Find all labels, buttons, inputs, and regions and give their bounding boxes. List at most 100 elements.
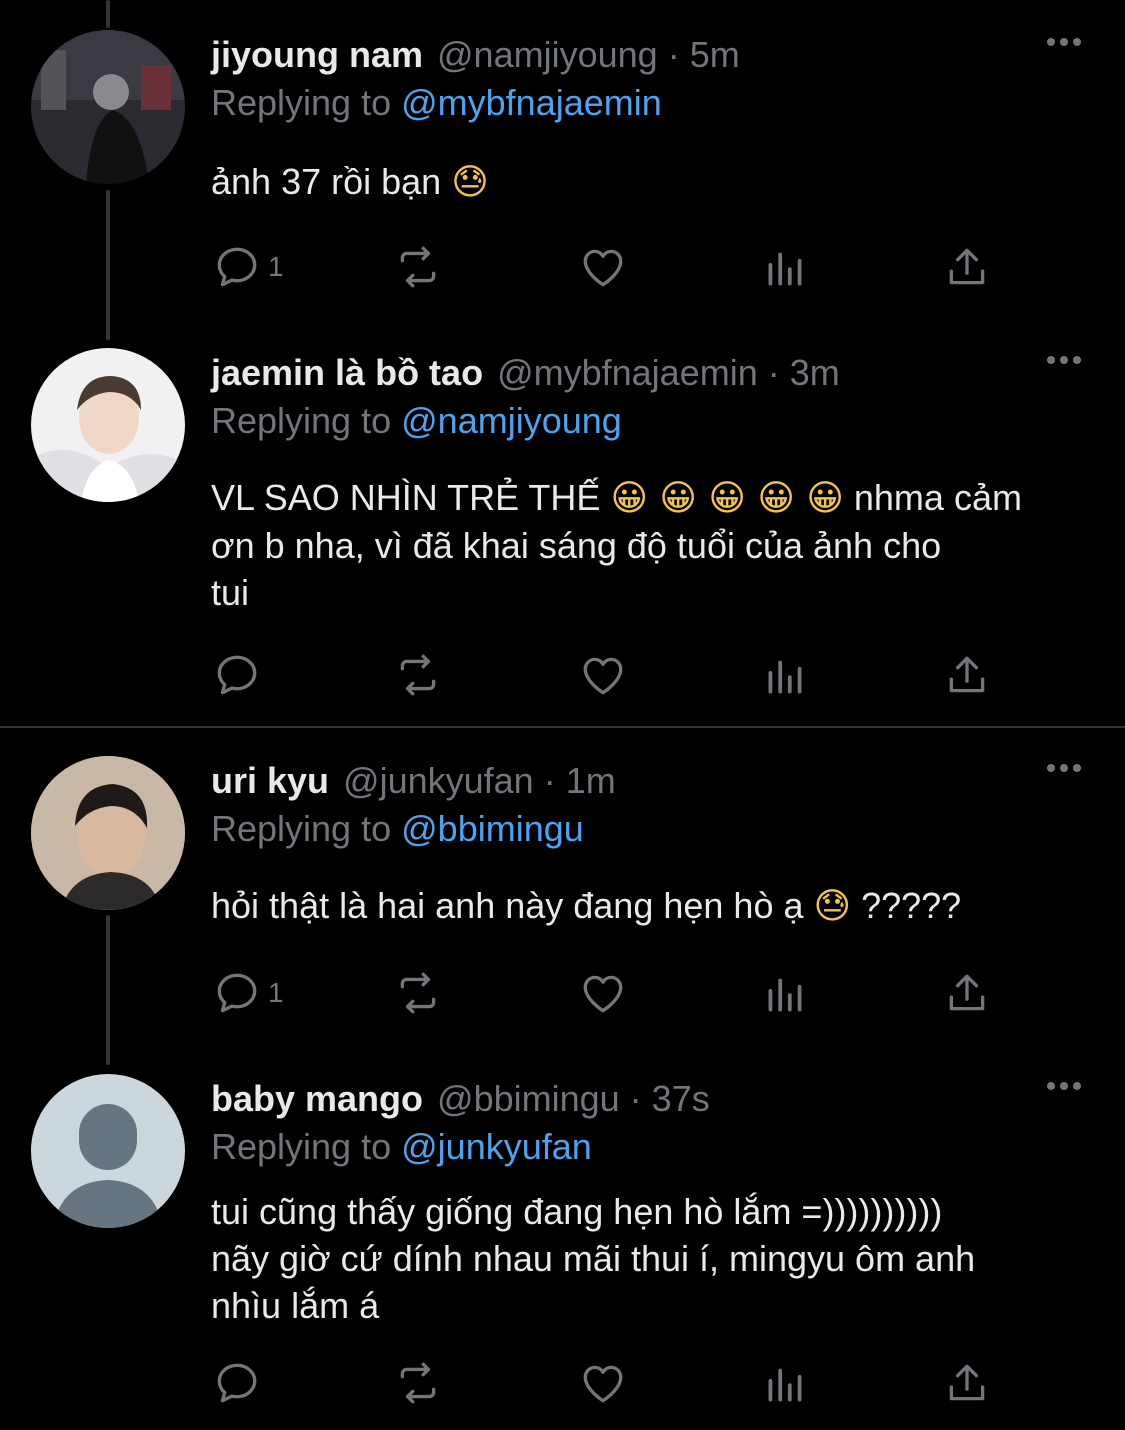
reply-icon: [217, 247, 257, 287]
share-button[interactable]: [942, 1358, 992, 1408]
like-icon: [583, 975, 623, 1013]
replying-label: Replying to: [211, 1126, 392, 1167]
reply-button[interactable]: [212, 650, 268, 700]
share-button[interactable]: [942, 650, 992, 700]
tweet-text-content: VL SAO NHÌN TRẺ THẾ: [211, 477, 601, 518]
reply-icon: [217, 655, 257, 695]
more-icon[interactable]: [1047, 764, 1081, 772]
tweet-text: tui cũng thấy giống đang hẹn hò lắm =)))…: [211, 1188, 1091, 1329]
avatar[interactable]: [31, 348, 185, 502]
tweet-actions: [0, 650, 1125, 710]
reply-count: 1: [268, 977, 284, 1008]
tweet-text-content: hỏi thật là hai anh này đang hẹn hò ạ: [211, 885, 804, 926]
reply-icon: [217, 1363, 257, 1403]
analytics-icon: [768, 252, 802, 286]
replying-to: Replying to @namjiyoung: [211, 400, 622, 442]
tweet-text-line: nãy giờ cứ dính nhau mãi thui í, mingyu …: [211, 1238, 976, 1279]
replying-label: Replying to: [211, 82, 392, 123]
timestamp[interactable]: 37s: [652, 1078, 710, 1120]
like-button[interactable]: [578, 1358, 628, 1408]
replying-to: Replying to @mybfnajaemin: [211, 82, 662, 124]
like-button[interactable]: [578, 650, 628, 700]
user-handle[interactable]: @mybfnajaemin: [497, 352, 758, 394]
share-button[interactable]: [942, 968, 992, 1018]
reply-button[interactable]: [212, 1358, 268, 1408]
like-icon: [583, 1365, 623, 1403]
share-icon: [949, 1364, 985, 1401]
tweet-text-content: ?????: [861, 885, 962, 926]
user-handle[interactable]: @junkyufan: [343, 760, 534, 802]
analytics-icon: [768, 1368, 802, 1402]
timestamp[interactable]: 1m: [566, 760, 616, 802]
like-button[interactable]: [578, 242, 628, 292]
replying-label: Replying to: [211, 808, 392, 849]
like-icon: [583, 657, 623, 695]
mention-link[interactable]: @bbimingu: [401, 808, 584, 849]
analytics-button[interactable]: [760, 242, 810, 292]
tweet-text: hỏi thật là hai anh này đang hẹn hò ạ 😓 …: [211, 882, 1091, 930]
tweet-text: VL SAO NHÌN TRẺ THẾ 😀 😀 😀 😀 😀 nhma cảm ơ…: [211, 474, 1091, 616]
tweet-text-content: nhma cảm: [853, 477, 1022, 518]
more-icon[interactable]: [1047, 1082, 1081, 1090]
retweet-icon: [400, 654, 436, 696]
replying-to: Replying to @junkyufan: [211, 1126, 592, 1168]
replying-label: Replying to: [211, 400, 392, 441]
retweet-button[interactable]: [393, 242, 443, 292]
tweet-text-line: VL SAO NHÌN TRẺ THẾ 😀 😀 😀 😀 😀 nhma cảm: [211, 474, 1091, 522]
share-icon: [949, 656, 985, 693]
reply-count: 1: [268, 251, 284, 282]
reply-button[interactable]: 1: [212, 242, 284, 292]
tweet-actions: 1: [0, 968, 1125, 1028]
emoji: 😀 😀 😀 😀 😀: [610, 478, 844, 519]
share-icon: [949, 974, 985, 1011]
display-name[interactable]: baby mango: [211, 1078, 423, 1120]
retweet-button[interactable]: [393, 650, 443, 700]
analytics-icon: [768, 978, 802, 1012]
tweet-text-line: nhìu lắm á: [211, 1285, 380, 1326]
separator: ·: [543, 760, 556, 801]
share-icon: [949, 248, 985, 285]
thread-line-top: [106, 0, 110, 28]
mention-link[interactable]: @namjiyoung: [401, 400, 622, 441]
avatar[interactable]: [31, 756, 185, 910]
mention-link[interactable]: @junkyufan: [401, 1126, 592, 1167]
more-icon[interactable]: [1047, 38, 1081, 46]
replying-to: Replying to @bbimingu: [211, 808, 584, 850]
display-name[interactable]: jaemin là bồ tao: [211, 352, 483, 394]
retweet-button[interactable]: [393, 1358, 443, 1408]
user-handle[interactable]: @namjiyoung: [437, 34, 658, 76]
reply-button[interactable]: 1: [212, 968, 284, 1018]
emoji: 😓: [451, 162, 489, 203]
like-button[interactable]: [578, 968, 628, 1018]
avatar[interactable]: [31, 30, 185, 184]
analytics-button[interactable]: [760, 1358, 810, 1408]
share-button[interactable]: [942, 242, 992, 292]
analytics-icon: [768, 660, 802, 694]
tweet-text-line: tui cũng thấy giống đang hẹn hò lắm =)))…: [211, 1191, 943, 1232]
section-divider: [0, 726, 1125, 728]
display-name[interactable]: uri kyu: [211, 760, 329, 802]
tweet-text-line: tui: [211, 572, 250, 613]
separator: ·: [667, 34, 680, 75]
retweet-icon: [400, 1362, 436, 1404]
user-handle[interactable]: @bbimingu: [437, 1078, 620, 1120]
more-icon[interactable]: [1047, 356, 1081, 364]
like-icon: [583, 249, 623, 287]
mention-link[interactable]: @mybfnajaemin: [401, 82, 662, 123]
timestamp[interactable]: 5m: [690, 34, 740, 76]
reply-icon: [217, 973, 257, 1013]
timestamp[interactable]: 3m: [790, 352, 840, 394]
tweet-actions: [0, 1358, 1125, 1418]
display-name[interactable]: jiyoung nam: [211, 34, 423, 76]
tweet-text: ảnh 37 rồi bạn 😓: [211, 158, 1091, 206]
separator: ·: [767, 352, 780, 393]
retweet-icon: [400, 246, 436, 288]
retweet-icon: [400, 972, 436, 1014]
tweet-text-content: ảnh 37 rồi bạn: [211, 161, 442, 202]
tweet-text-line: ơn b nha, vì đã khai sáng độ tuổi của ản…: [211, 525, 942, 566]
tweet-actions: 1: [0, 242, 1125, 302]
default-avatar[interactable]: [31, 1074, 185, 1228]
retweet-button[interactable]: [393, 968, 443, 1018]
analytics-button[interactable]: [760, 650, 810, 700]
analytics-button[interactable]: [760, 968, 810, 1018]
